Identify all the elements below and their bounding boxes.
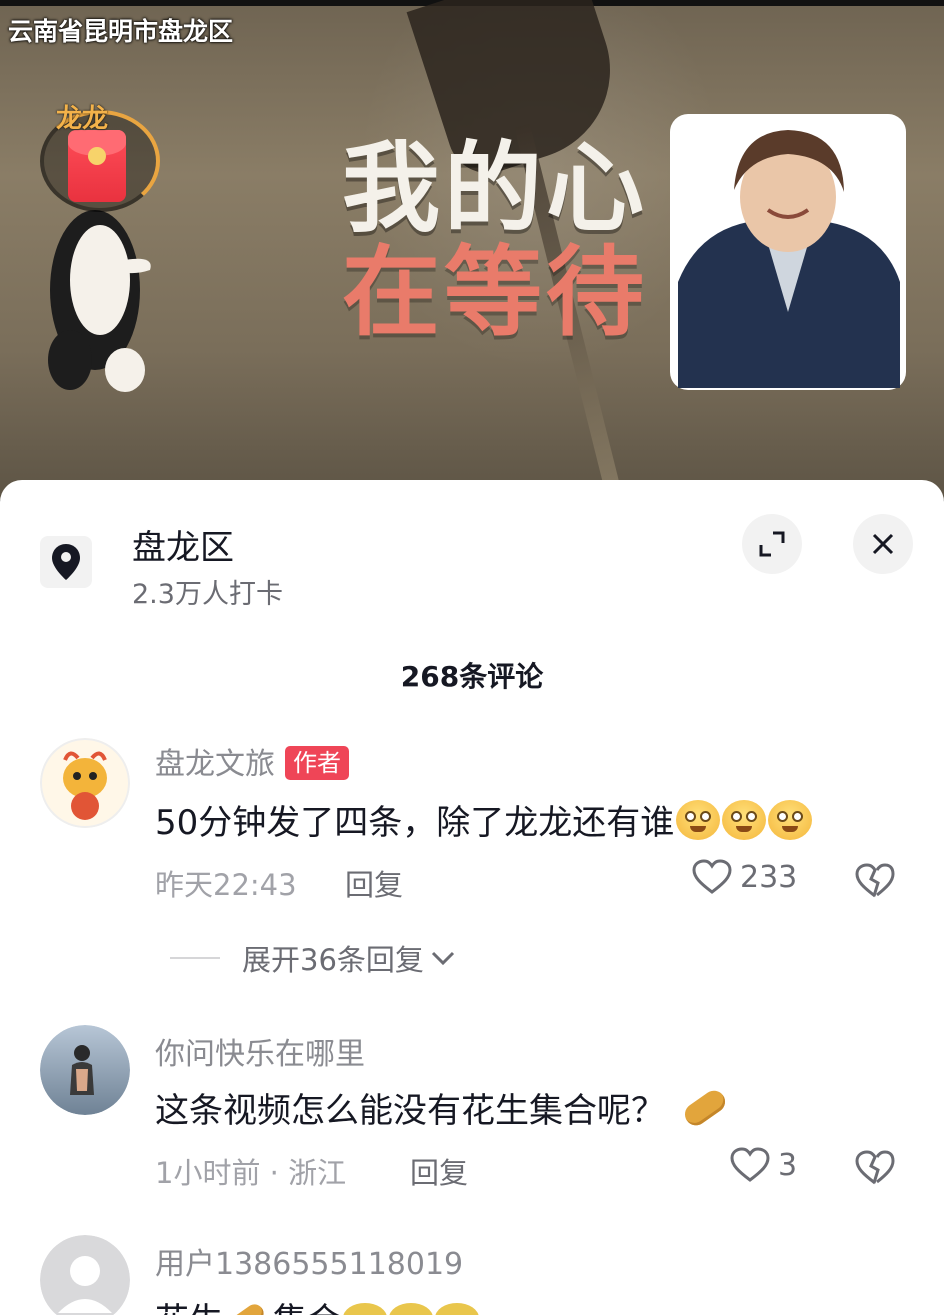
- person-sticker: [670, 114, 906, 390]
- broken-heart-icon[interactable]: [855, 863, 895, 899]
- close-icon: [872, 533, 894, 555]
- like-button[interactable]: 3: [730, 1147, 797, 1183]
- comment-username[interactable]: 盘龙文旅 作者: [155, 739, 349, 783]
- heart-icon: [692, 859, 732, 894]
- close-button[interactable]: [853, 514, 913, 574]
- expand-replies-label: 展开36条回复: [242, 943, 424, 977]
- smiling-emoji-icon: [722, 799, 767, 840]
- caption-line-1: 我的心: [341, 132, 648, 246]
- red-packet-widget[interactable]: 龙龙: [38, 104, 160, 212]
- location-card-icon-box[interactable]: [40, 536, 92, 588]
- comment-text-part-2: 集合: [273, 1293, 341, 1315]
- comment-count-title: 268条评论: [400, 660, 544, 693]
- comment-text-part-1: 花生: [155, 1293, 223, 1315]
- avatar[interactable]: [40, 1025, 130, 1115]
- broken-heart-icon[interactable]: [855, 1150, 895, 1186]
- video-caption: 我的心 在等待: [300, 140, 690, 342]
- like-count: 3: [778, 1147, 798, 1183]
- comment-text: 这条视频怎么能没有花生集合呢？: [155, 1083, 730, 1132]
- smiling-emoji-icon: [676, 799, 721, 840]
- reply-button[interactable]: 回复: [345, 862, 403, 904]
- comment-username[interactable]: 用户1386555118019: [155, 1239, 463, 1283]
- comment-timestamp: 昨天22:43: [155, 868, 297, 902]
- peanut-emoji-icon: [228, 1300, 268, 1315]
- map-pin-icon: [52, 544, 80, 580]
- drum-emoji-icon: [343, 1302, 387, 1315]
- comment-username[interactable]: 你问快乐在哪里: [155, 1029, 365, 1073]
- divider-dash: [170, 957, 220, 959]
- comment-timestamp: 1小时前 · 浙江: [155, 1156, 347, 1190]
- location-checkin-count: 2.3万人打卡: [132, 579, 283, 610]
- comment-text: 花生 集合: [155, 1293, 479, 1315]
- video-location-overlay: 云南省昆明市盘龙区: [8, 17, 234, 46]
- avatar[interactable]: [40, 738, 130, 828]
- expand-icon: [759, 531, 785, 557]
- heart-icon: [730, 1147, 770, 1182]
- avatar[interactable]: [40, 1235, 130, 1315]
- expand-button[interactable]: [742, 514, 802, 574]
- drum-emoji-icon: [435, 1302, 479, 1315]
- like-count: 233: [740, 859, 798, 895]
- red-packet-label: 龙龙: [56, 104, 109, 134]
- expand-replies-button[interactable]: 展开36条回复: [170, 937, 456, 979]
- chevron-down-icon: [431, 951, 454, 966]
- like-button[interactable]: 233: [692, 859, 797, 895]
- location-title[interactable]: 盘龙区: [132, 520, 234, 569]
- smiling-emoji-icon: [768, 799, 813, 840]
- comment-username-text: 盘龙文旅: [155, 747, 275, 782]
- comment-text: 50分钟发了四条，除了龙龙还有谁: [155, 795, 813, 844]
- author-badge: 作者: [285, 745, 349, 780]
- reply-button[interactable]: 回复: [410, 1150, 468, 1192]
- drum-emoji-icon: [389, 1302, 433, 1315]
- video-player[interactable]: 云南省昆明市盘龙区 我的心 在等待 龙龙: [0, 0, 944, 500]
- peanut-emoji-icon: [680, 1085, 730, 1130]
- comment-text-body: 50分钟发了四条，除了龙龙还有谁: [155, 803, 675, 843]
- red-packet-icon: [68, 130, 126, 202]
- caption-line-2: 在等待: [341, 236, 648, 350]
- comment-text-body: 这条视频怎么能没有花生集合呢？: [155, 1091, 665, 1131]
- comment-panel: 盘龙区 2.3万人打卡 268条评论 盘龙文旅 作者 50分钟发了四条，除了龙龙还…: [0, 480, 944, 1315]
